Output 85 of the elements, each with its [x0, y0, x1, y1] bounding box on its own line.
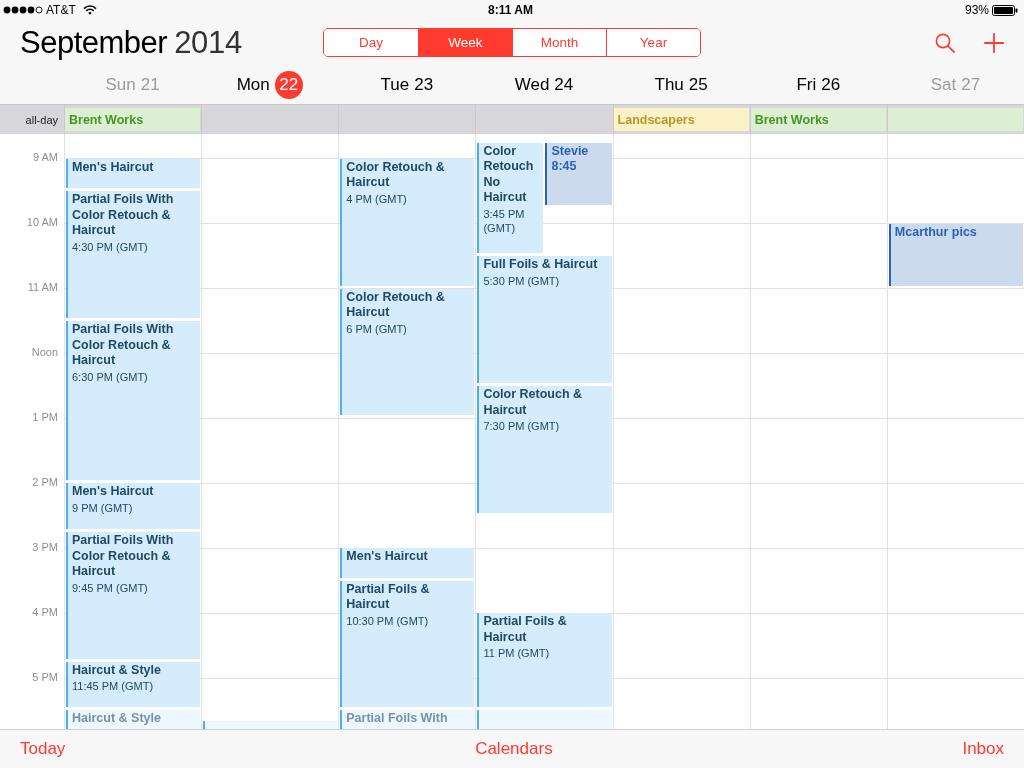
calendar-event[interactable]: Partial Foils & Haircut 11 PM (GMT): [477, 613, 612, 708]
all-day-event[interactable]: [887, 108, 1023, 131]
calendar-event[interactable]: Color Retouch & Haircut 6 PM (GMT): [340, 288, 475, 416]
calendar-event[interactable]: Partial Foils With Color Retouch & Haircut 4:30 PM (GMT): [66, 191, 201, 319]
event-title: Men's Haircut: [346, 549, 429, 565]
weekday-label: Mon: [236, 75, 270, 95]
add-icon[interactable]: [984, 33, 1004, 53]
date-label: 27: [961, 75, 981, 95]
calendar-event[interactable]: Men's Haircut 9 PM (GMT): [66, 483, 201, 529]
calendar-event[interactable]: Partial Foils With Color Retouch & Haircut 9:45 PM (GMT): [66, 532, 201, 659]
calendar-event[interactable]: Men's Haircut: [66, 158, 201, 189]
date-label: 25: [688, 75, 708, 95]
weekday-label: Sat: [930, 75, 957, 95]
date-label: 23: [414, 75, 434, 95]
event-title: Partial Foils With Color Retouch & Haircut: [72, 533, 175, 580]
event-time: 6 PM (GMT): [346, 321, 408, 336]
hour-label: 5 PM: [32, 671, 58, 684]
hour-label: 11 AM: [27, 281, 58, 294]
event-time: 10:30 PM (GMT): [346, 613, 430, 628]
view-tab[interactable]: Day: [324, 28, 418, 56]
event-time: 11:45 PM (GMT): [72, 679, 155, 694]
signal-icon: [3, 6, 43, 14]
event-title: Stevie 8:45: [551, 143, 590, 175]
event-time: 4:30 PM (GMT): [72, 239, 149, 254]
event-title: Color Retouch & Haircut: [346, 289, 446, 321]
date-label: 24: [554, 75, 574, 95]
event-title: Color Retouch & Haircut: [483, 387, 584, 419]
event-time: 9:45 PM (GMT): [72, 580, 149, 595]
hour-label: 9 AM: [32, 151, 58, 164]
calendar-event[interactable]: Stevie 8:45: [545, 142, 612, 205]
year-title: 2014: [174, 25, 242, 61]
status-time: 8:11 AM: [488, 3, 533, 17]
month-title: September: [20, 25, 168, 61]
hour-label: 2 PM: [32, 476, 58, 489]
calendar-event[interactable]: Mcarthur pics: [888, 223, 1023, 286]
weekday-label: Sun: [105, 75, 136, 95]
event-time: 3:45 PM (GMT): [483, 206, 526, 235]
weekday-label: Tue: [380, 75, 410, 95]
hour-label: 10 AM: [26, 216, 58, 229]
event-title: Color Retouch & Haircut: [346, 159, 446, 191]
event-title: Color Retouch No Haircut: [483, 143, 535, 206]
hour-label: 1 PM: [32, 411, 58, 424]
battery-icon: [992, 4, 1018, 16]
all-day-label: all-day: [25, 113, 58, 126]
event-title: Haircut & Style: [72, 662, 162, 679]
date-label: 26: [821, 75, 841, 95]
event-title: Partial Foils & Haircut: [483, 614, 568, 646]
view-tab[interactable]: Week: [418, 28, 512, 56]
event-time: 4 PM (GMT): [346, 191, 408, 206]
calendar-event[interactable]: Men's Haircut: [340, 548, 475, 578]
event-title: Mcarthur pics: [894, 224, 978, 241]
calendar-event[interactable]: Haircut & Style 11:45 PM (GMT): [66, 661, 201, 708]
search-icon[interactable]: [935, 33, 955, 53]
calendar-event[interactable]: Color Retouch No Haircut 3:45 PM (GMT): [477, 142, 544, 254]
wifi-icon: [82, 5, 97, 15]
carrier-name: AT&T: [46, 3, 76, 17]
hour-label: 3 PM: [32, 541, 58, 554]
event-time: 7:30 PM (GMT): [483, 419, 561, 434]
event-title: Partial Foils With Color Retouch & Haircut: [72, 192, 175, 239]
event-time: 5:30 PM (GMT): [483, 273, 561, 288]
event-title: Partial Foils & Haircut: [346, 581, 431, 613]
event-title: Haircut & Style: [72, 711, 162, 727]
hour-label: Noon: [31, 346, 58, 359]
calendar-event[interactable]: Partial Foils & Haircut 10:30 PM (GMT): [340, 580, 475, 708]
event-title: Partial Foils With Color Retouch & Haircut: [72, 322, 175, 369]
event-time: 6:30 PM (GMT): [72, 369, 149, 384]
weekday-label: Wed: [514, 75, 550, 95]
battery-percent: 93%: [964, 3, 989, 17]
today-date-badge: 22: [274, 71, 303, 99]
event-title: Partial Foils With: [346, 711, 449, 727]
event-title: Men's Haircut: [72, 484, 155, 500]
weekday-label: Fri: [796, 75, 817, 95]
calendar-event[interactable]: Full Foils & Haircut 5:30 PM (GMT): [477, 256, 612, 384]
event-title: Men's Haircut: [72, 159, 155, 176]
event-time: 9 PM (GMT): [72, 500, 134, 515]
event-time: 11 PM (GMT): [483, 646, 551, 661]
view-tab[interactable]: Month: [512, 28, 606, 56]
calendar-event[interactable]: Color Retouch & Haircut 7:30 PM (GMT): [477, 386, 612, 513]
calendar-event[interactable]: Color Retouch & Haircut 4 PM (GMT): [340, 158, 475, 286]
event-title: Full Foils & Haircut: [483, 257, 599, 273]
date-label: 21: [140, 75, 160, 95]
view-tab[interactable]: Year: [606, 28, 700, 56]
calendar-event[interactable]: Partial Foils With Color Retouch & Haircut 6:30 PM (GMT): [66, 321, 201, 481]
hour-label: 4 PM: [32, 606, 58, 619]
weekday-label: Thu: [654, 75, 684, 95]
